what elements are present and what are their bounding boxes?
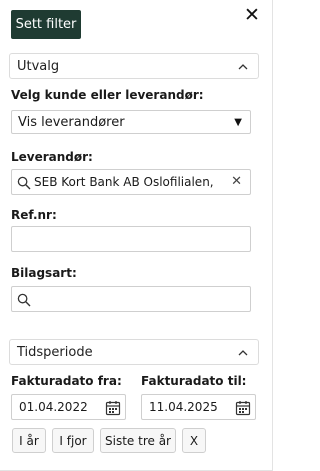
- calendar-icon[interactable]: [235, 400, 251, 416]
- supplier-search-input[interactable]: SEB Kort Bank AB Oslofilialen, ✕: [11, 169, 251, 195]
- invoice-date-from-label: Fakturadato fra:: [11, 374, 122, 388]
- filter-panel: Sett filter ✕ Utvalg Velg kunde eller le…: [0, 0, 273, 471]
- chevron-up-icon: [238, 350, 248, 356]
- section-tidsperiode-header[interactable]: Tidsperiode: [9, 339, 259, 365]
- refnr-input[interactable]: [11, 226, 251, 252]
- clear-icon[interactable]: ✕: [231, 174, 242, 189]
- bilagsart-search-input[interactable]: [11, 286, 251, 312]
- caret-down-icon: ▼: [234, 117, 242, 128]
- section-utvalg-title: Utvalg: [17, 58, 60, 74]
- invoice-date-to-label: Fakturadato til:: [141, 374, 247, 388]
- invoice-date-from-input[interactable]: 01.04.2022: [11, 394, 126, 420]
- refnr-label: Ref.nr:: [11, 208, 57, 222]
- bilagsart-label: Bilagsart:: [11, 266, 77, 280]
- close-icon[interactable]: ✕: [241, 4, 263, 26]
- customer-or-supplier-value: Vis leverandører: [18, 114, 125, 130]
- invoice-date-to-input[interactable]: 11.04.2025: [141, 394, 256, 420]
- set-filter-button[interactable]: Sett filter: [11, 10, 81, 39]
- search-icon: [17, 176, 31, 190]
- quick-this-year-button[interactable]: I år: [12, 428, 46, 453]
- section-utvalg-header[interactable]: Utvalg: [9, 53, 259, 79]
- quick-clear-button[interactable]: X: [182, 428, 206, 453]
- customer-or-supplier-select[interactable]: Vis leverandører ▼: [11, 110, 251, 134]
- section-tidsperiode-title: Tidsperiode: [17, 344, 93, 360]
- search-icon: [17, 293, 31, 307]
- supplier-label: Leverandør:: [11, 150, 93, 164]
- quick-last-three-years-button[interactable]: Siste tre år: [100, 428, 176, 453]
- customer-or-supplier-label: Velg kunde eller leverandør:: [11, 88, 204, 102]
- supplier-value: SEB Kort Bank AB Oslofilialen,: [34, 175, 214, 189]
- quick-last-year-button[interactable]: I fjor: [52, 428, 94, 453]
- invoice-date-to-value: 11.04.2025: [149, 400, 218, 414]
- chevron-up-icon: [238, 64, 248, 70]
- invoice-date-from-value: 01.04.2022: [19, 400, 88, 414]
- calendar-icon[interactable]: [105, 400, 121, 416]
